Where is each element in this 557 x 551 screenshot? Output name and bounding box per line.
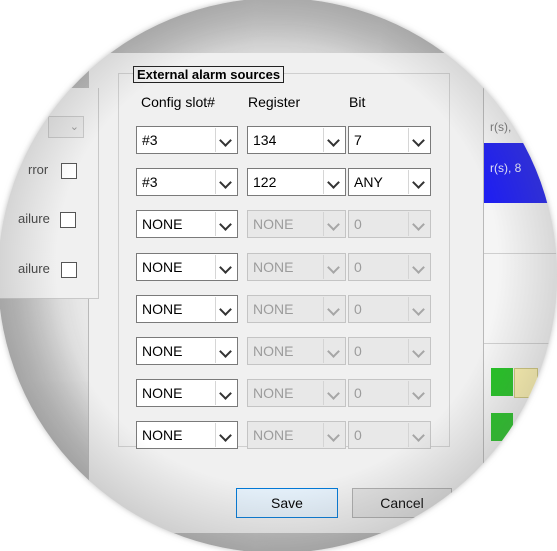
chevron-down-icon: [323, 339, 344, 363]
register-combo-value: 134: [253, 132, 277, 148]
chevron-down-icon: [408, 381, 429, 406]
register-combo-value: NONE: [253, 300, 294, 317]
register-combo-value: NONE: [253, 216, 294, 233]
group-title: External alarm sources: [133, 66, 285, 83]
chevron-down-icon[interactable]: [215, 170, 236, 195]
bit-combo[interactable]: ANY: [348, 168, 431, 197]
register-combo: NONE: [247, 421, 346, 450]
config-slot-combo-value: #3: [142, 132, 158, 148]
register-combo: NONE: [247, 337, 346, 365]
config-slot-combo[interactable]: NONE: [136, 421, 238, 450]
checkbox-label-error: rror: [28, 162, 49, 177]
config-slot-combo[interactable]: NONE: [136, 337, 238, 365]
chevron-down-icon: ⌄: [69, 121, 79, 133]
config-slot-combo-value: #3: [142, 174, 158, 191]
checkbox-failure-2[interactable]: [61, 262, 77, 278]
register-combo-value: NONE: [253, 258, 294, 275]
chevron-down-icon[interactable]: [215, 254, 236, 279]
chevron-down-icon[interactable]: [215, 423, 236, 448]
bit-combo: 0: [348, 379, 431, 408]
checkbox-label-failure-1: ailure: [18, 211, 50, 226]
header-register: Register: [248, 94, 301, 110]
bit-combo[interactable]: 7: [348, 126, 431, 154]
chevron-down-icon: [323, 254, 344, 279]
register-combo: NONE: [247, 252, 346, 281]
background-divider: [483, 343, 557, 344]
chevron-down-icon: [408, 254, 429, 279]
chevron-down-icon: [323, 423, 344, 448]
yellow-status-block: [514, 368, 538, 398]
bit-combo: 0: [348, 421, 431, 450]
chevron-down-icon[interactable]: [323, 170, 344, 195]
background-text-1: r(s),: [490, 120, 512, 134]
register-combo-value: NONE: [253, 385, 294, 402]
chevron-down-icon[interactable]: [215, 128, 236, 152]
magnified-screenshot: r(s), r(s), 8 ⌄ rror ailure ailure Exter…: [0, 0, 557, 551]
config-slot-combo-value: NONE: [142, 427, 183, 444]
config-slot-combo-value: NONE: [142, 216, 183, 233]
bit-combo-value: 0: [354, 343, 362, 359]
bit-combo-value: 0: [354, 216, 362, 233]
config-slot-combo-value: NONE: [142, 258, 183, 275]
chevron-down-icon: [323, 381, 344, 406]
chevron-down-icon[interactable]: [215, 296, 236, 321]
chevron-down-icon[interactable]: [408, 170, 429, 195]
background-text-2: r(s), 8: [490, 161, 522, 175]
bit-combo: 0: [348, 210, 431, 239]
register-combo-value: 122: [253, 174, 277, 191]
config-slot-combo-value: NONE: [142, 385, 183, 402]
cancel-button[interactable]: Cancel: [352, 488, 452, 518]
magnifier-lens: r(s), r(s), 8 ⌄ rror ailure ailure Exter…: [0, 0, 557, 551]
green-status-block: [491, 368, 513, 396]
checkbox-error[interactable]: [61, 163, 77, 179]
config-slot-combo-value: NONE: [142, 300, 183, 317]
checkbox-label-failure-2: ailure: [18, 261, 50, 276]
chevron-down-icon: [408, 423, 429, 448]
config-slot-combo[interactable]: NONE: [136, 252, 238, 281]
bit-combo: 0: [348, 337, 431, 365]
config-slot-combo-value: NONE: [142, 343, 183, 359]
config-slot-combo[interactable]: NONE: [136, 210, 238, 239]
left-dropdown[interactable]: ⌄: [48, 116, 84, 138]
register-combo-value: NONE: [253, 427, 294, 444]
bit-combo-value: 0: [354, 427, 362, 444]
bit-combo-value: 0: [354, 385, 362, 402]
register-combo[interactable]: 122: [247, 168, 346, 197]
bit-combo: 0: [348, 252, 431, 281]
chevron-down-icon[interactable]: [215, 339, 236, 363]
register-combo: NONE: [247, 379, 346, 408]
register-combo-value: NONE: [253, 343, 294, 359]
save-button[interactable]: Save: [236, 488, 338, 518]
chevron-down-icon[interactable]: [323, 128, 344, 152]
register-combo: NONE: [247, 210, 346, 239]
bit-combo-value: 7: [354, 132, 362, 148]
register-combo[interactable]: 134: [247, 126, 346, 154]
background-divider: [483, 253, 557, 254]
header-config-slot: Config slot#: [141, 94, 215, 110]
green-status-block: [491, 413, 513, 441]
chevron-down-icon[interactable]: [215, 212, 236, 237]
chevron-down-icon: [323, 212, 344, 237]
register-combo: NONE: [247, 294, 346, 323]
chevron-down-icon: [323, 296, 344, 321]
header-bit: Bit: [349, 94, 366, 110]
chevron-down-icon: [408, 339, 429, 363]
bit-combo-value: ANY: [354, 174, 383, 191]
checkbox-failure-1[interactable]: [60, 212, 76, 228]
chevron-down-icon: [408, 296, 429, 321]
config-slot-combo[interactable]: NONE: [136, 379, 238, 408]
bit-combo: 0: [348, 294, 431, 323]
config-slot-combo[interactable]: #3: [136, 126, 238, 154]
chevron-down-icon[interactable]: [215, 381, 236, 406]
chevron-down-icon: [408, 212, 429, 237]
config-slot-combo[interactable]: #3: [136, 168, 238, 197]
config-slot-combo[interactable]: NONE: [136, 294, 238, 323]
bit-combo-value: 0: [354, 258, 362, 275]
chevron-down-icon[interactable]: [408, 128, 429, 152]
bit-combo-value: 0: [354, 300, 362, 317]
